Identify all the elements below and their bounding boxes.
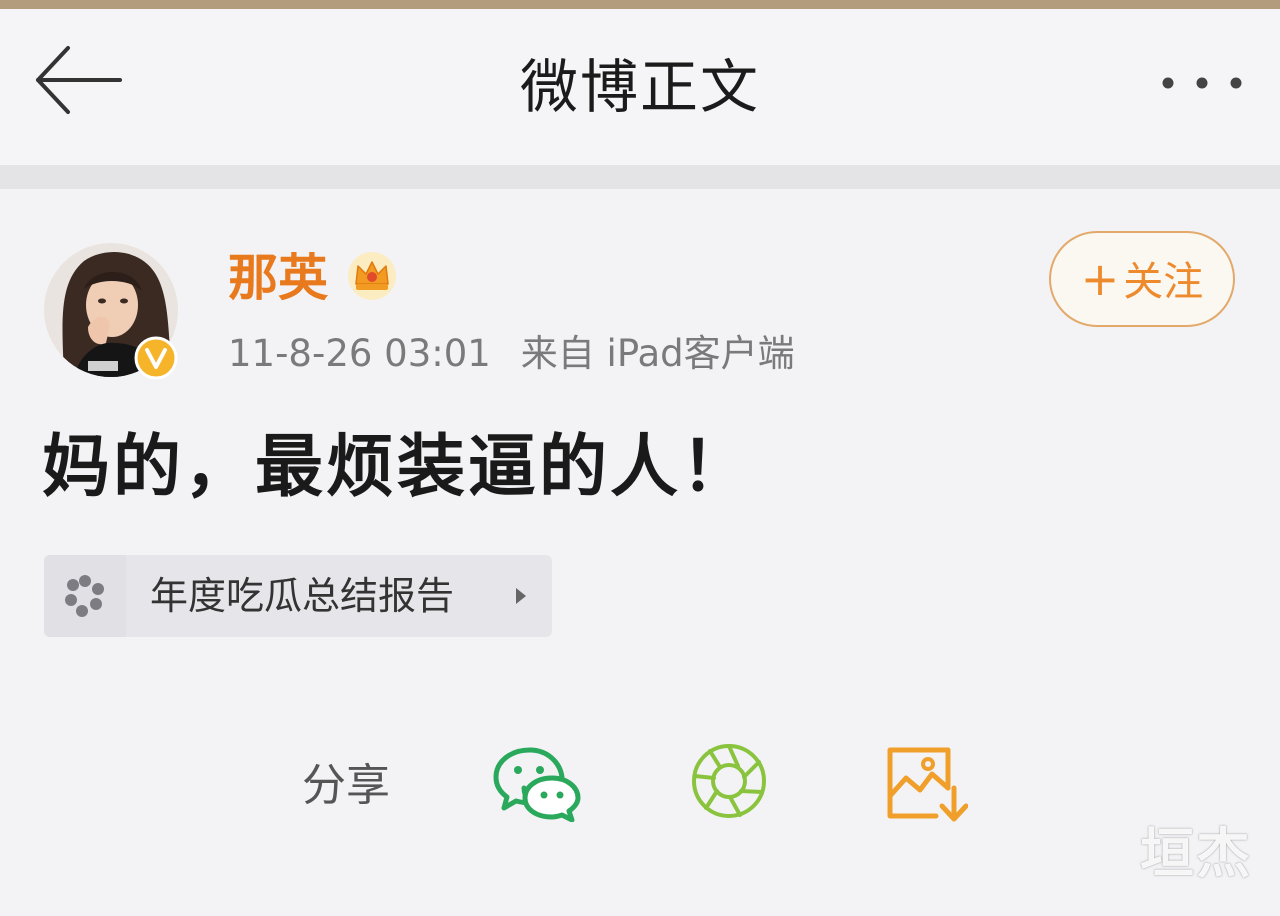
chevron-right-icon xyxy=(516,588,526,604)
navbar: 微博正文 xyxy=(0,9,1280,165)
follow-plus: + xyxy=(1080,252,1120,306)
more-button[interactable] xyxy=(1150,61,1254,105)
post-source: 来自 iPad客户端 xyxy=(520,332,795,375)
flower-spinner-icon xyxy=(65,575,104,617)
share-label: 分享 xyxy=(302,760,390,811)
post-timestamp: 11-8-26 03:01 xyxy=(228,332,491,375)
moments-icon[interactable] xyxy=(690,742,768,820)
post-content: 妈的，最烦装逼的人！ xyxy=(42,428,753,507)
back-arrow-icon xyxy=(36,46,122,114)
follow-label: 关注 xyxy=(1123,259,1204,305)
crown-icon xyxy=(348,252,396,300)
page-title: 微博正文 xyxy=(519,53,760,121)
top-strip xyxy=(0,0,1280,9)
section-divider xyxy=(0,165,1280,189)
more-dots-icon xyxy=(1162,77,1242,89)
topic-icon-container xyxy=(44,555,126,637)
follow-button[interactable]: + 关注 xyxy=(1049,231,1235,327)
save-image-icon[interactable] xyxy=(884,744,968,824)
post-meta: 11-8-26 03:01 来自 iPad客户端 xyxy=(228,328,795,380)
verified-v-icon xyxy=(134,336,178,380)
back-button[interactable] xyxy=(28,42,128,118)
topic-chip[interactable]: 年度吃瓜总结报告 xyxy=(44,555,552,637)
topic-label: 年度吃瓜总结报告 xyxy=(150,574,455,618)
wechat-icon[interactable] xyxy=(492,744,582,822)
author-name[interactable]: 那英 xyxy=(228,246,328,310)
